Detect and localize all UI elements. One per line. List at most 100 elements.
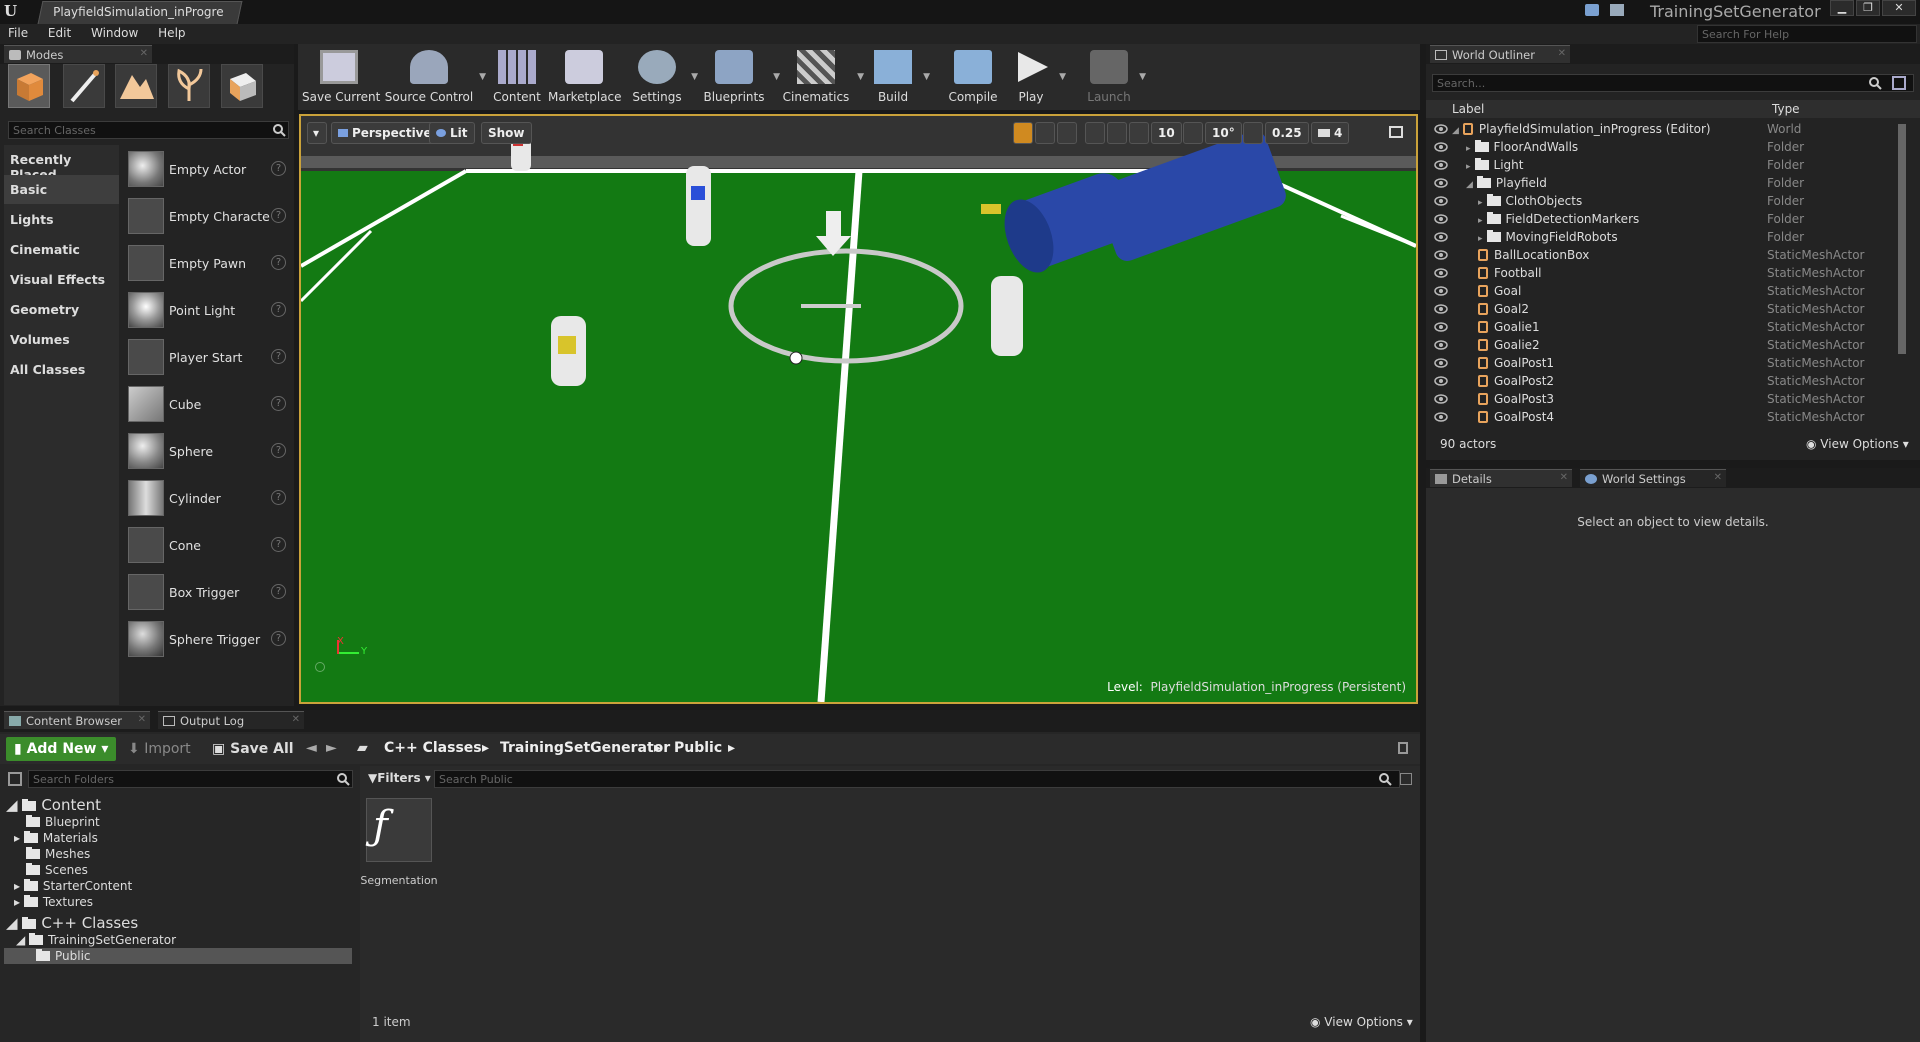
landscape-mode-button[interactable]: [115, 64, 157, 108]
category-all-classes[interactable]: All Classes: [4, 355, 119, 384]
rotation-snap-value[interactable]: 10°: [1205, 122, 1242, 144]
place-cube[interactable]: Cube?: [124, 383, 288, 428]
paint-mode-button[interactable]: [63, 64, 105, 108]
tree-meshes[interactable]: Meshes: [26, 847, 90, 861]
notification-icon[interactable]: [1585, 4, 1599, 16]
folder-search-input[interactable]: Search Folders: [28, 770, 353, 788]
help-icon[interactable]: ?: [271, 584, 286, 599]
content-button[interactable]: Content: [490, 44, 544, 108]
surface-snap-icon[interactable]: [1107, 122, 1127, 144]
maximize-viewport-icon[interactable]: [1389, 126, 1403, 138]
breadcrumb-separator-icon[interactable]: ▸: [654, 740, 661, 756]
help-icon[interactable]: ?: [271, 443, 286, 458]
breadcrumb-cpp-classes[interactable]: C++ Classes: [384, 740, 482, 756]
cinematics-button[interactable]: Cinematics ▼: [780, 44, 864, 108]
viewport-options-button[interactable]: ▾: [307, 122, 327, 144]
column-label[interactable]: Label: [1452, 102, 1484, 116]
eye-icon[interactable]: [1434, 394, 1448, 404]
close-icon[interactable]: ✕: [292, 714, 300, 725]
tree-training-set-generator[interactable]: ◢ TrainingSetGenerator: [16, 933, 176, 947]
help-icon[interactable]: ?: [271, 208, 286, 223]
grid-size-button[interactable]: 10: [1151, 122, 1182, 144]
document-tab[interactable]: PlayfieldSimulation_inProgre: [37, 1, 243, 24]
help-icon[interactable]: ?: [271, 161, 286, 176]
close-button[interactable]: ✕: [1882, 0, 1916, 16]
blueprints-button[interactable]: Blueprints ▼: [700, 44, 780, 108]
place-player-start[interactable]: Player Start?: [124, 336, 288, 381]
category-visual-effects[interactable]: Visual Effects: [4, 265, 119, 294]
dropdown-arrow-icon[interactable]: ▼: [923, 72, 930, 82]
compile-button[interactable]: Compile: [944, 44, 1002, 108]
column-type[interactable]: Type: [1772, 102, 1800, 116]
menu-window[interactable]: Window: [83, 24, 146, 42]
dropdown-arrow-icon[interactable]: ▼: [691, 72, 698, 82]
place-box-trigger[interactable]: Box Trigger?: [124, 571, 288, 616]
help-icon[interactable]: ?: [271, 255, 286, 270]
outliner-row[interactable]: GoalPost3 StaticMeshActor: [1426, 390, 1920, 408]
category-geometry[interactable]: Geometry: [4, 295, 119, 324]
tree-scenes[interactable]: Scenes: [26, 863, 88, 877]
place-cylinder[interactable]: Cylinder?: [124, 477, 288, 522]
eye-icon[interactable]: [1434, 412, 1448, 422]
eye-icon[interactable]: [1434, 304, 1448, 314]
lock-icon[interactable]: [1398, 742, 1408, 754]
category-volumes[interactable]: Volumes: [4, 325, 119, 354]
eye-icon[interactable]: [1434, 340, 1448, 350]
rotate-mode-icon[interactable]: [1035, 122, 1055, 144]
place-empty-actor[interactable]: Empty Actor?: [124, 148, 288, 193]
asset-search-input[interactable]: Search Public: [434, 770, 1400, 788]
outliner-row[interactable]: Goal StaticMeshActor: [1426, 282, 1920, 300]
place-empty-pawn[interactable]: Empty Pawn?: [124, 242, 288, 287]
save-search-icon[interactable]: [1400, 773, 1412, 785]
foliage-mode-button[interactable]: [168, 64, 210, 108]
outliner-row[interactable]: ▸ FieldDetectionMarkers Folder: [1426, 210, 1920, 228]
outliner-row[interactable]: Football StaticMeshActor: [1426, 264, 1920, 282]
outliner-row[interactable]: Goal2 StaticMeshActor: [1426, 300, 1920, 318]
tree-public[interactable]: Public: [36, 949, 91, 963]
eye-icon[interactable]: [1434, 124, 1448, 134]
dropdown-arrow-icon[interactable]: ▼: [773, 72, 780, 82]
help-icon[interactable]: ?: [271, 490, 286, 505]
settings-button[interactable]: Settings ▼: [628, 44, 698, 108]
class-search-input[interactable]: Search Classes: [8, 121, 289, 139]
show-button[interactable]: Show: [481, 122, 532, 144]
breadcrumb-training-set[interactable]: TrainingSetGenerator: [500, 740, 670, 756]
maximize-button[interactable]: ❐: [1856, 0, 1880, 16]
outliner-row[interactable]: GoalPost1 StaticMeshActor: [1426, 354, 1920, 372]
dropdown-arrow-icon[interactable]: ▼: [479, 72, 486, 82]
tree-starter-content[interactable]: ▸ StarterContent: [14, 879, 132, 893]
outliner-row[interactable]: ▸ FloorAndWalls Folder: [1426, 138, 1920, 156]
place-mode-button[interactable]: [8, 64, 50, 108]
menu-file[interactable]: File: [0, 24, 36, 42]
help-icon[interactable]: ?: [271, 349, 286, 364]
help-icon[interactable]: ?: [271, 537, 286, 552]
marketplace-button[interactable]: Marketplace: [548, 44, 622, 108]
eye-icon[interactable]: [1434, 196, 1448, 206]
eye-icon[interactable]: [1434, 376, 1448, 386]
forward-arrow-icon[interactable]: ►: [326, 740, 337, 756]
category-lights[interactable]: Lights: [4, 205, 119, 234]
breadcrumb-separator-icon[interactable]: ▸: [482, 740, 489, 756]
add-new-button[interactable]: ▮ Add New ▾: [6, 737, 117, 761]
unreal-logo-icon[interactable]: U: [4, 2, 26, 22]
play-button[interactable]: Play ▼: [1008, 44, 1066, 108]
feedback-icon[interactable]: [1610, 4, 1624, 16]
outliner-add-icon[interactable]: [1892, 76, 1906, 90]
help-icon[interactable]: ?: [271, 302, 286, 317]
eye-icon[interactable]: [1434, 142, 1448, 152]
dropdown-arrow-icon[interactable]: ▼: [857, 72, 864, 82]
eye-icon[interactable]: [1434, 286, 1448, 296]
import-button[interactable]: ⬇ Import: [120, 737, 199, 761]
eye-icon[interactable]: [1434, 214, 1448, 224]
back-arrow-icon[interactable]: ◄: [306, 740, 317, 756]
outliner-search-input[interactable]: Search...: [1432, 74, 1914, 92]
tree-cpp-classes[interactable]: ◢ C++ Classes: [6, 914, 138, 932]
dropdown-arrow-icon[interactable]: ▼: [1139, 72, 1146, 82]
sources-toggle-icon[interactable]: [8, 772, 22, 786]
category-cinematic[interactable]: Cinematic: [4, 235, 119, 264]
help-icon[interactable]: ?: [271, 631, 286, 646]
tree-blueprint[interactable]: Blueprint: [26, 815, 100, 829]
outliner-row[interactable]: BallLocationBox StaticMeshActor: [1426, 246, 1920, 264]
eye-icon[interactable]: [1434, 178, 1448, 188]
eye-icon[interactable]: [1434, 322, 1448, 332]
